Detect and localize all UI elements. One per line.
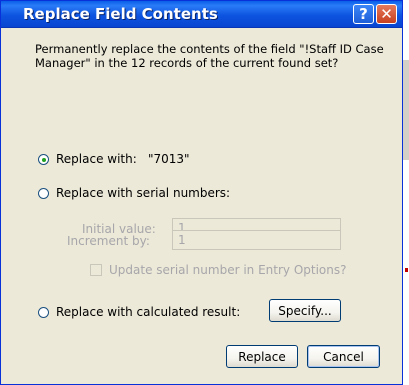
replace-with-label: Replace with: bbox=[56, 152, 137, 166]
radio-calculated-result[interactable] bbox=[38, 307, 49, 318]
radio-serial-numbers[interactable] bbox=[38, 188, 49, 199]
help-button[interactable]: ? bbox=[353, 4, 374, 24]
replace-with-value: "7013" bbox=[148, 152, 190, 166]
update-entry-options-label: Update serial number in Entry Options? bbox=[109, 263, 347, 277]
close-x-icon: ✕ bbox=[380, 5, 393, 23]
background-window-band bbox=[403, 60, 409, 160]
background-window-edge bbox=[403, 0, 409, 385]
calculated-result-label: Replace with calculated result: bbox=[56, 305, 241, 319]
specify-button[interactable]: Specify... bbox=[269, 299, 341, 322]
radio-replace-with[interactable] bbox=[38, 154, 49, 165]
replace-field-contents-dialog: Replace Field Contents ? ✕ Permanently r… bbox=[0, 0, 403, 385]
close-button[interactable]: ✕ bbox=[376, 4, 397, 24]
increment-by-label: Increment by: bbox=[67, 234, 150, 248]
cancel-button[interactable]: Cancel bbox=[307, 345, 380, 368]
increment-by-field[interactable]: 1 bbox=[172, 230, 341, 250]
replace-button[interactable]: Replace bbox=[226, 345, 298, 368]
title-bar[interactable]: Replace Field Contents ? ✕ bbox=[1, 1, 402, 28]
question-mark-icon: ? bbox=[359, 5, 368, 23]
serial-numbers-label: Replace with serial numbers: bbox=[56, 186, 231, 200]
dialog-title: Replace Field Contents bbox=[23, 5, 218, 23]
update-entry-options-checkbox[interactable] bbox=[90, 264, 102, 276]
background-red-mark bbox=[405, 268, 408, 272]
dialog-description: Permanently replace the contents of the … bbox=[35, 42, 384, 70]
